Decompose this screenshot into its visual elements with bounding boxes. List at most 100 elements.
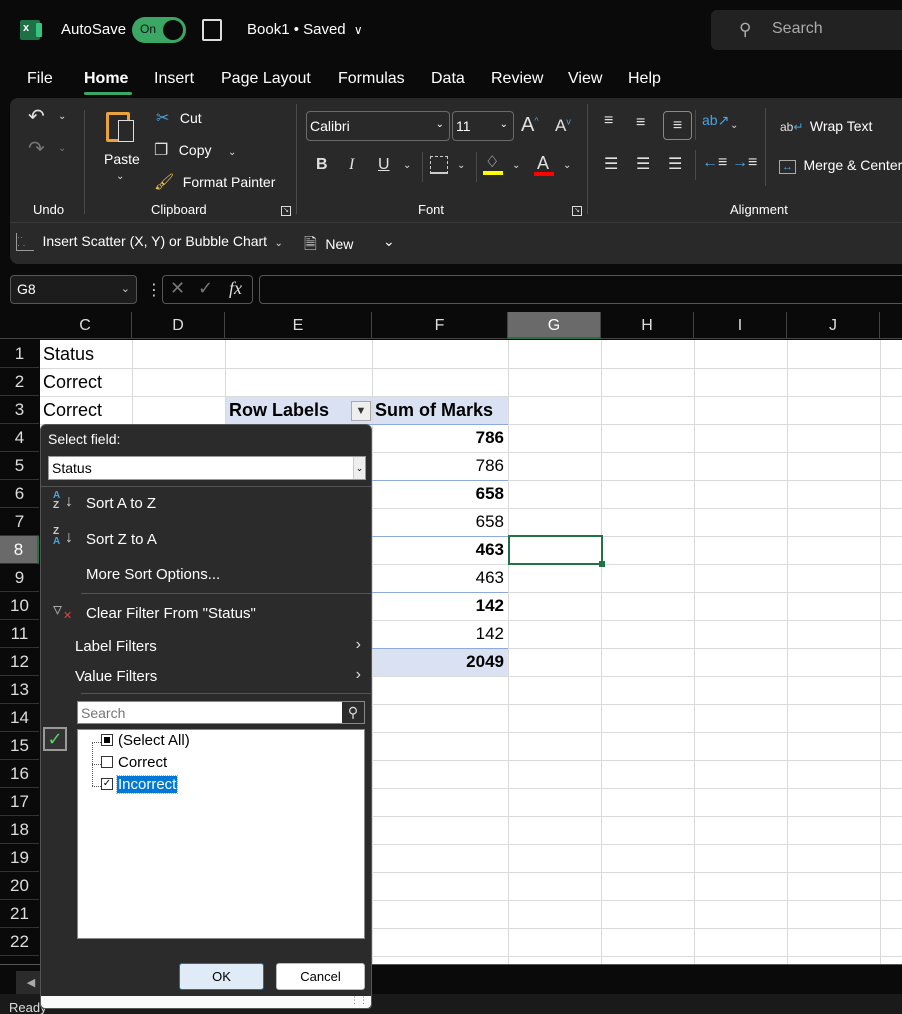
- orientation-icon[interactable]: ab↗: [702, 112, 729, 129]
- label-filters[interactable]: Label Filters: [75, 638, 369, 655]
- clear-filter[interactable]: ▿ ✕ Clear Filter From "Status": [53, 599, 363, 627]
- book-title[interactable]: Book1 • Saved ∨: [247, 21, 363, 38]
- row-header-14[interactable]: 14: [0, 704, 39, 732]
- incorrect-checkbox[interactable]: ✓: [101, 778, 113, 790]
- insert-function-button[interactable]: fx: [229, 278, 242, 299]
- row-header-8[interactable]: 8: [0, 536, 39, 564]
- align-middle-icon[interactable]: ≡: [636, 114, 645, 132]
- autosave-toggle[interactable]: On: [132, 17, 186, 43]
- increase-indent-icon[interactable]: →≡: [732, 154, 757, 172]
- save-sync-icon[interactable]: [202, 19, 222, 41]
- pivot-value-cell[interactable]: 142: [374, 624, 504, 644]
- fill-color-dropdown-icon[interactable]: ⌄: [512, 160, 520, 171]
- font-size-select[interactable]: 11 ⌄: [452, 111, 514, 141]
- row-header-4[interactable]: 4: [0, 424, 39, 452]
- wrap-text-button[interactable]: ab↵ Wrap Text: [780, 118, 872, 136]
- italic-button[interactable]: I: [349, 156, 354, 174]
- align-bottom-button[interactable]: ≡: [663, 111, 692, 140]
- pivot-value-cell[interactable]: 786: [374, 428, 504, 448]
- align-center-icon[interactable]: ☰: [636, 154, 650, 174]
- row-header-15[interactable]: 15: [0, 732, 39, 760]
- row-header-19[interactable]: 19: [0, 844, 39, 872]
- column-header-h[interactable]: H: [601, 312, 694, 339]
- tab-help[interactable]: Help: [628, 70, 661, 88]
- row-header-22[interactable]: 22: [0, 928, 39, 956]
- tab-file[interactable]: File: [27, 70, 53, 88]
- column-header-e[interactable]: E: [225, 312, 372, 339]
- filter-search-input[interactable]: [78, 702, 340, 723]
- pivot-sum-header[interactable]: Sum of Marks: [375, 400, 493, 421]
- font-color-icon[interactable]: A: [537, 153, 549, 174]
- row-header-2[interactable]: 2: [0, 368, 39, 396]
- more-options-icon[interactable]: ⋮: [146, 280, 162, 300]
- column-header-g[interactable]: G: [508, 312, 601, 339]
- copy-button[interactable]: ❐ Copy ⌄: [154, 140, 236, 160]
- row-header-16[interactable]: 16: [0, 760, 39, 788]
- insert-scatter-button[interactable]: ·· · · Insert Scatter (X, Y) or Bubble Ch…: [16, 233, 283, 251]
- tab-formulas[interactable]: Formulas: [338, 70, 405, 88]
- pivot-grand-total[interactable]: 2049: [374, 652, 504, 672]
- pivot-filter-button[interactable]: ▼: [351, 401, 371, 421]
- correct-checkbox[interactable]: [101, 756, 113, 768]
- search-icon[interactable]: ⚲: [342, 702, 364, 723]
- paste-button[interactable]: Paste ⌄: [96, 106, 146, 188]
- name-box[interactable]: G8 ⌄: [10, 275, 137, 304]
- value-filters[interactable]: Value Filters: [75, 668, 369, 685]
- cut-button[interactable]: ✂ Cut: [156, 108, 202, 128]
- tab-data[interactable]: Data: [431, 70, 465, 88]
- row-header-11[interactable]: 11: [0, 620, 39, 648]
- multi-select-checkbox-icon[interactable]: ✓: [43, 727, 67, 751]
- customize-qat-icon[interactable]: ⌄: [383, 233, 395, 250]
- format-painter-button[interactable]: 🖌 Format Painter: [154, 172, 275, 192]
- select-all-checkbox[interactable]: [101, 734, 113, 746]
- underline-dropdown-icon[interactable]: ⌄: [403, 160, 411, 171]
- sort-a-to-z[interactable]: AZ ↓ Sort A to Z: [53, 491, 363, 521]
- ok-button[interactable]: OK: [179, 963, 264, 990]
- row-header-12[interactable]: 12: [0, 648, 39, 676]
- bold-button[interactable]: B: [316, 156, 328, 174]
- column-header-j[interactable]: J: [787, 312, 880, 339]
- column-header-d[interactable]: D: [132, 312, 225, 339]
- borders-dropdown-icon[interactable]: ⌄: [457, 160, 465, 171]
- tab-insert[interactable]: Insert: [154, 70, 194, 88]
- cancel-button[interactable]: Cancel: [276, 963, 365, 990]
- more-sort-options[interactable]: More Sort Options...: [86, 566, 220, 583]
- correct-label[interactable]: Correct: [118, 754, 167, 771]
- align-left-icon[interactable]: ☰: [604, 154, 618, 174]
- tab-home[interactable]: Home: [84, 70, 128, 88]
- cell-c1[interactable]: Status: [43, 344, 94, 365]
- tab-view[interactable]: View: [568, 70, 602, 88]
- pivot-value-cell[interactable]: 463: [374, 568, 504, 588]
- resize-grip[interactable]: ⋮⋮: [41, 995, 371, 1008]
- row-header-7[interactable]: 7: [0, 508, 39, 536]
- pivot-value-cell[interactable]: 658: [374, 484, 504, 504]
- undo-icon[interactable]: ↶: [28, 104, 45, 129]
- row-header-9[interactable]: 9: [0, 564, 39, 592]
- clipboard-launcher-icon[interactable]: ↘: [281, 206, 291, 216]
- increase-font-size-icon[interactable]: A^: [521, 114, 539, 137]
- font-launcher-icon[interactable]: ↘: [572, 206, 582, 216]
- cell-c2[interactable]: Correct: [43, 372, 102, 393]
- decrease-indent-icon[interactable]: ←≡: [702, 154, 727, 172]
- row-header-5[interactable]: 5: [0, 452, 39, 480]
- search-box[interactable]: ⚲ Search: [711, 10, 902, 50]
- font-name-select[interactable]: Calibri ⌄: [306, 111, 450, 141]
- row-header-3[interactable]: 3: [0, 396, 39, 424]
- filter-search-box[interactable]: ⚲: [77, 701, 365, 724]
- row-header-1[interactable]: 1: [0, 340, 39, 368]
- tab-page-layout[interactable]: Page Layout: [221, 70, 311, 88]
- column-header-f[interactable]: F: [372, 312, 508, 339]
- cell-c3[interactable]: Correct: [43, 400, 102, 421]
- undo-dropdown-icon[interactable]: ⌄: [58, 111, 66, 122]
- pivot-value-cell[interactable]: 142: [374, 596, 504, 616]
- borders-icon[interactable]: [430, 156, 448, 174]
- row-header-10[interactable]: 10: [0, 592, 39, 620]
- fill-color-icon[interactable]: ♢: [485, 152, 499, 172]
- font-color-dropdown-icon[interactable]: ⌄: [563, 160, 571, 171]
- selected-cell-g8[interactable]: [508, 535, 603, 565]
- row-header-21[interactable]: 21: [0, 900, 39, 928]
- orientation-dropdown-icon[interactable]: ⌄: [730, 120, 738, 131]
- select-field-dropdown[interactable]: Status ⌄: [48, 456, 366, 480]
- formula-input[interactable]: [259, 275, 902, 304]
- sort-z-to-a[interactable]: ZA ↓ Sort Z to A: [53, 527, 363, 557]
